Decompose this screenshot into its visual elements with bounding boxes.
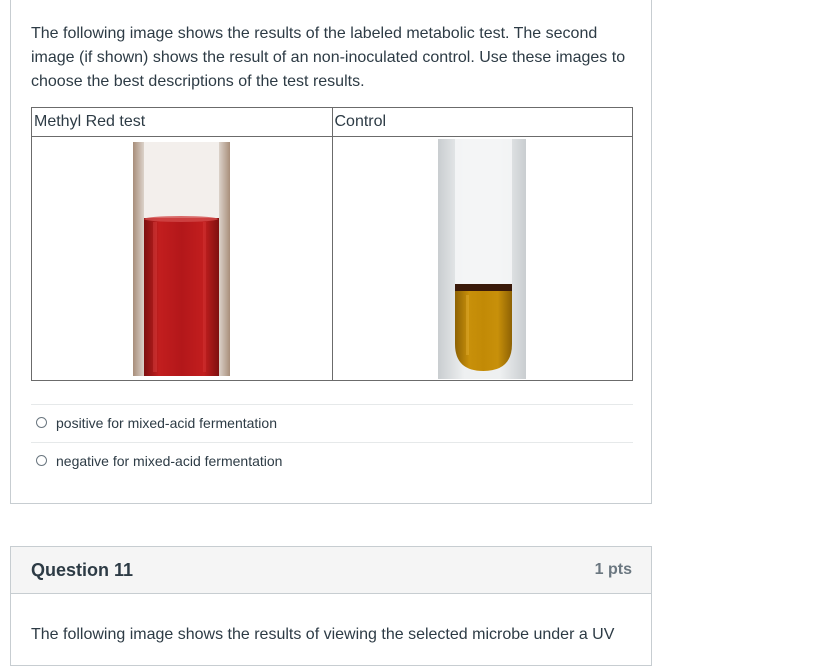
methyl-red-tube-image	[133, 142, 230, 376]
question-title: Question 11	[31, 560, 134, 580]
question-points: 1 pts	[594, 561, 632, 578]
answer-label: negative for mixed-acid fermentation	[56, 453, 283, 469]
answer-option-positive[interactable]: positive for mixed-acid fermentation	[31, 404, 633, 442]
question-10-card: The following image shows the results of…	[10, 0, 652, 504]
test-result-table: Methyl Red test Control	[31, 107, 633, 381]
radio-button-icon[interactable]	[36, 455, 47, 466]
answer-option-negative[interactable]: negative for mixed-acid fermentation	[31, 442, 633, 480]
question-10-prompt: The following image shows the results of…	[31, 25, 626, 90]
question-11-prompt: The following image shows the results of…	[31, 626, 615, 643]
table-header-methyl-red: Methyl Red test	[31, 107, 333, 137]
question-header: Question 11 1 pts	[11, 547, 651, 594]
control-image-cell	[331, 136, 633, 381]
methyl-red-image-cell	[31, 136, 333, 381]
table-header-control: Control	[331, 107, 633, 137]
control-tube-image	[437, 139, 526, 379]
radio-button-icon[interactable]	[36, 417, 47, 428]
answer-label: positive for mixed-acid fermentation	[56, 415, 277, 431]
question-11-card: Question 11 1 pts The following image sh…	[10, 546, 652, 666]
answer-list: positive for mixed-acid fermentation neg…	[31, 404, 633, 480]
